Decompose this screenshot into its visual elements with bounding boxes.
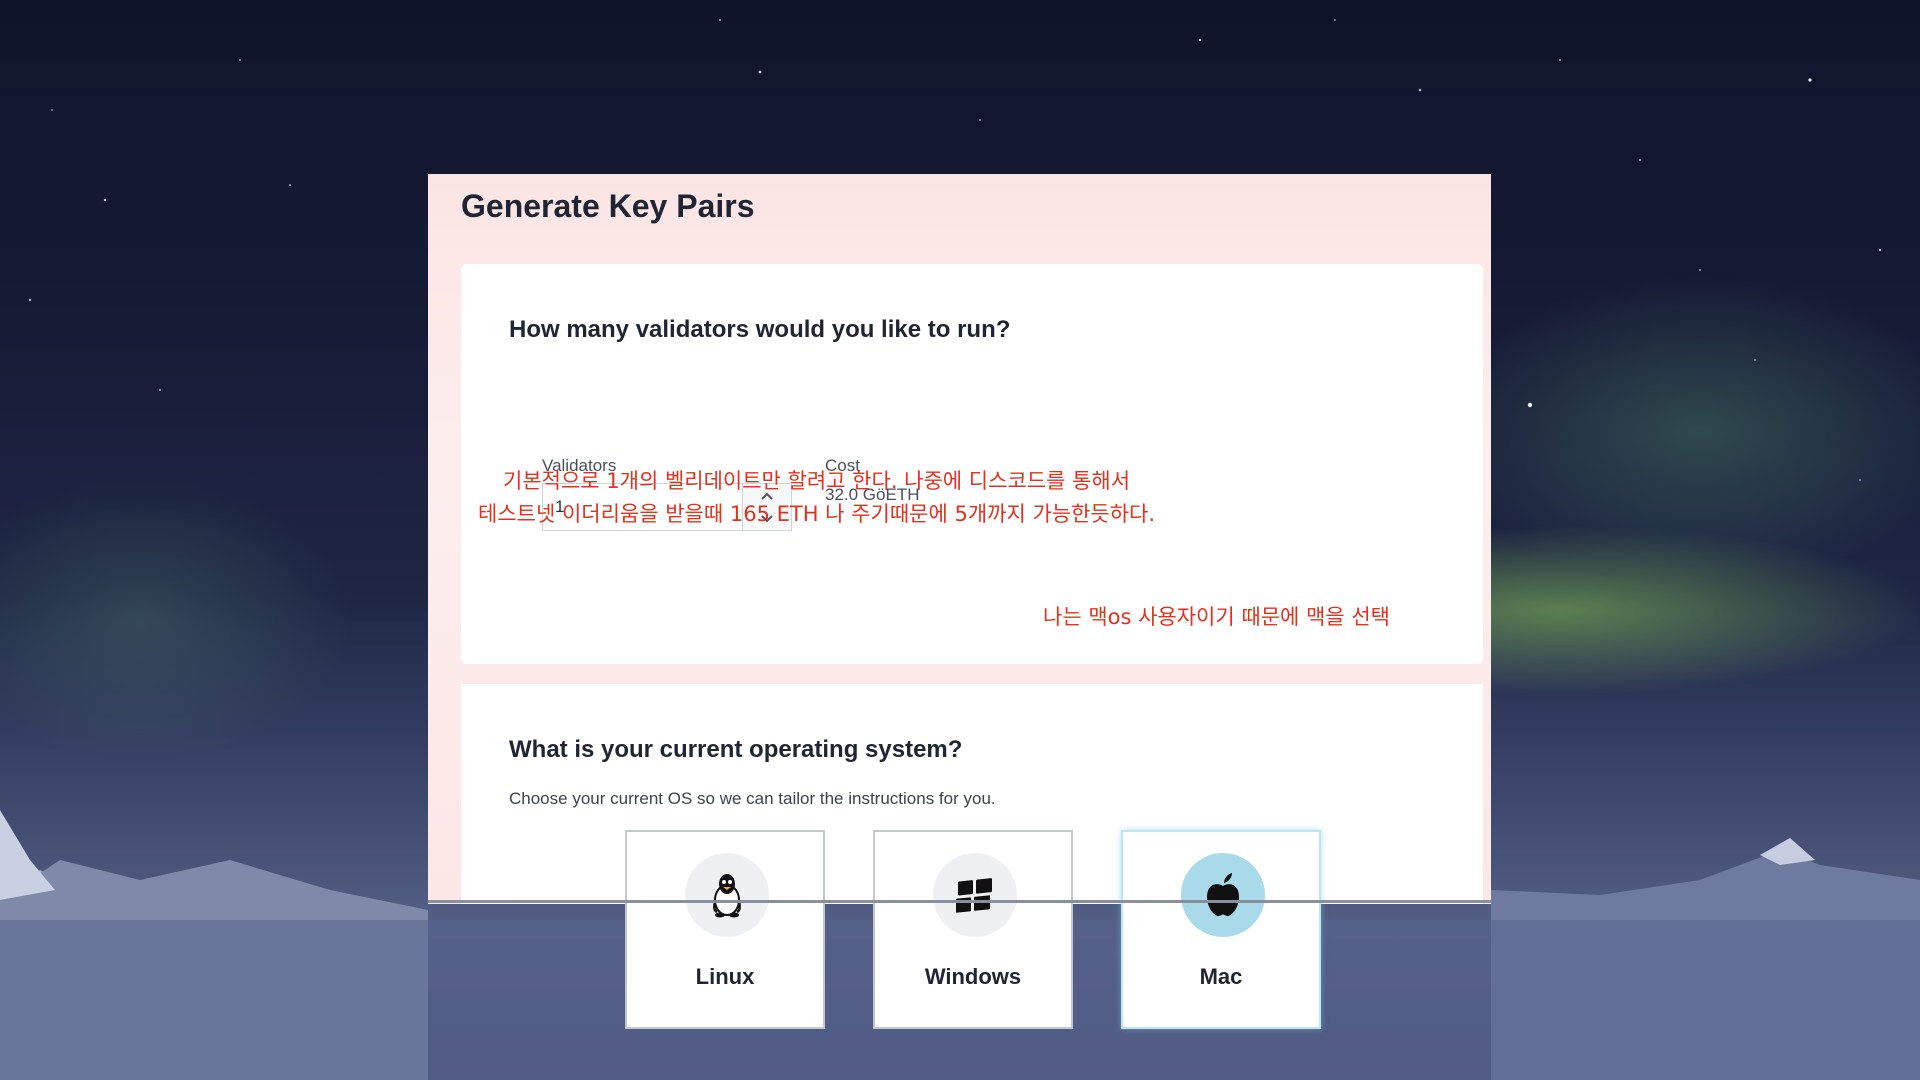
windows-logo-icon (956, 878, 992, 913)
os-description: Choose your current OS so we can tailor … (509, 789, 996, 808)
os-question: What is your current operating system? (509, 736, 963, 763)
apple-logo-icon (1207, 873, 1239, 917)
os-icon-circle (933, 853, 1017, 937)
linux-penguin-icon (713, 874, 741, 918)
os-option-linux[interactable]: Linux (625, 830, 825, 1029)
os-icon-circle (1181, 853, 1265, 937)
os-option-windows[interactable]: Windows (873, 830, 1073, 1029)
os-option-mac[interactable]: Mac (1121, 830, 1321, 1029)
os-option-label: Mac (1199, 964, 1243, 989)
annotation-line-1: 기본적으로 1개의 벨리데이트만 할려고 한다. 나중에 디스코드를 통해서 (503, 469, 1131, 493)
validators-question: How many validators would you like to ru… (509, 316, 1011, 343)
os-icon-circle (685, 853, 769, 937)
generate-key-pairs-panel: Generate Key Pairs How many validators w… (428, 174, 1491, 1029)
os-card: What is your current operating system? C… (461, 684, 1483, 1029)
os-option-label: Linux (695, 964, 755, 989)
annotation-os-note: 나는 맥os 사용자이기 때문에 맥을 선택 (1043, 605, 1390, 629)
panel-bottom-divider (428, 900, 1491, 903)
annotation-line-2: 테스트넷 이더리움을 받을때 165 ETH 나 주기때문에 5개까지 가능한듯… (478, 502, 1156, 526)
page-title: Generate Key Pairs (461, 188, 755, 224)
os-option-label: Windows (924, 964, 1022, 989)
